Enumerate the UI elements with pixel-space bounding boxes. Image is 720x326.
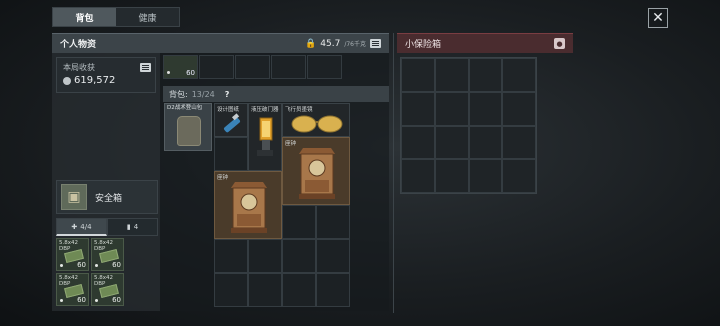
backpack-equipped[interactable]: D2战术登山包 bbox=[164, 103, 212, 151]
small-safe-grid bbox=[400, 57, 537, 194]
close-button[interactable]: ✕ bbox=[648, 8, 668, 28]
ammo-item[interactable]: 5.8x42 DBP 60 bbox=[91, 238, 124, 271]
close-icon: ✕ bbox=[652, 10, 664, 26]
strip-slot[interactable]: 60 bbox=[163, 55, 198, 79]
tab-health[interactable]: 健康 bbox=[116, 8, 179, 26]
strip-slot[interactable] bbox=[235, 55, 270, 79]
ammo-tabs: ✚ 4/4 ▮ 4 bbox=[56, 218, 158, 236]
sunglasses-icon bbox=[291, 115, 343, 133]
table-clock-icon bbox=[231, 182, 267, 233]
item-aviator-sunglasses[interactable]: 飞行员墨镜 bbox=[282, 103, 350, 137]
top-tabbar: 背包 健康 bbox=[52, 7, 180, 27]
personal-items-header: 个人物资 🔒 45.7 /76千克 bbox=[52, 33, 389, 53]
small-safe-header: 小保险箱 ● bbox=[397, 33, 573, 53]
small-safe-title: 小保险箱 bbox=[405, 40, 442, 50]
usb-drive-icon bbox=[223, 113, 241, 133]
help-icon[interactable]: ? bbox=[225, 90, 230, 99]
menu-icon[interactable] bbox=[370, 39, 381, 48]
item-table-clock[interactable]: 座钟 bbox=[214, 171, 282, 239]
weight-max: /76千克 bbox=[344, 41, 366, 48]
pin-icon[interactable]: ● bbox=[554, 38, 565, 49]
tab-battery[interactable]: ▮ 4 bbox=[107, 218, 158, 236]
battery-icon: ▮ bbox=[126, 223, 131, 231]
ammo-item[interactable]: 5.8x42 DBP 60 bbox=[91, 273, 124, 306]
weight-value: 45.7 bbox=[320, 38, 341, 49]
backpack-header: 背包: 13/24 ? bbox=[163, 86, 389, 102]
safebox-icon: ▣ bbox=[61, 184, 87, 210]
backpack-label: 背包: bbox=[169, 89, 188, 99]
strip-slot[interactable] bbox=[307, 55, 342, 79]
panel-divider bbox=[393, 33, 394, 313]
earnings-box: 本局收获 619,572 bbox=[56, 57, 156, 93]
personal-items-title: 个人物资 bbox=[60, 40, 97, 50]
strip-slot[interactable] bbox=[199, 55, 234, 79]
tab-medkit[interactable]: ✚ 4/4 bbox=[56, 218, 107, 236]
item-table-clock[interactable]: 座钟 bbox=[282, 137, 350, 205]
hydraulic-breacher-icon bbox=[257, 117, 273, 156]
item-design-drawing[interactable]: 设计图纸 bbox=[214, 103, 248, 137]
earnings-value: 619,572 bbox=[74, 75, 116, 86]
item-hydraulic-breacher[interactable]: 液压破门器 bbox=[248, 103, 282, 171]
backpack-icon bbox=[177, 116, 201, 146]
top-container-strip: 60 bbox=[163, 55, 343, 79]
backpack-capacity: 13/24 bbox=[191, 89, 215, 99]
table-clock-icon bbox=[299, 148, 335, 199]
earnings-label: 本局收获 bbox=[63, 63, 95, 72]
safebox-slot[interactable]: ▣ 安全箱 bbox=[56, 180, 158, 214]
strip-slot[interactable] bbox=[271, 55, 306, 79]
safebox-label: 安全箱 bbox=[95, 193, 123, 204]
tab-backpack[interactable]: 背包 bbox=[53, 8, 116, 26]
medkit-icon: ✚ bbox=[71, 222, 78, 231]
coin-icon bbox=[63, 76, 71, 85]
ammo-grid: 5.8x42 DBP 60 5.8x42 DBP 60 5.8x42 DBP 60 5… bbox=[56, 238, 126, 308]
lock-icon: 🔒 bbox=[305, 38, 317, 49]
earnings-menu-icon[interactable] bbox=[140, 63, 151, 72]
ammo-item[interactable]: 5.8x42 DBP 60 bbox=[56, 238, 89, 271]
ammo-item[interactable]: 5.8x42 DBP 60 bbox=[56, 273, 89, 306]
